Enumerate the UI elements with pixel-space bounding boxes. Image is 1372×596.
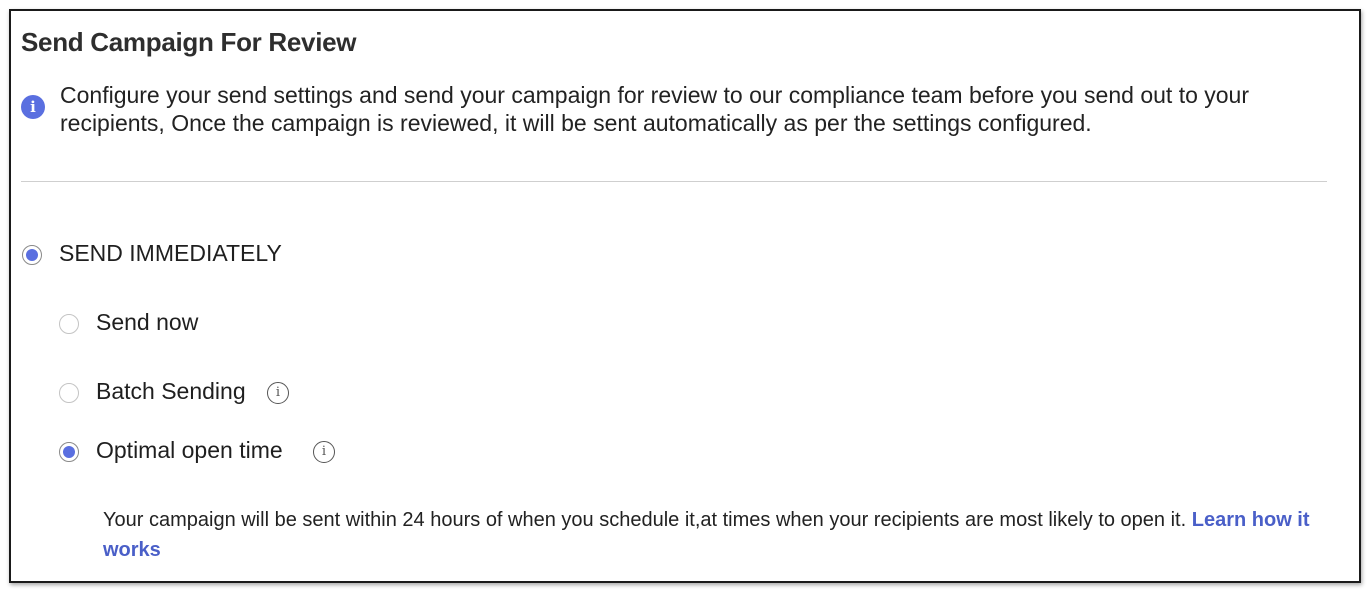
- send-immediately-radio[interactable]: [22, 245, 42, 265]
- batch-sending-radio[interactable]: [59, 383, 79, 403]
- send-immediately-label[interactable]: SEND IMMEDIATELY: [59, 240, 282, 267]
- send-review-panel: Send Campaign For Review i Configure you…: [9, 9, 1361, 583]
- batch-sending-info-icon[interactable]: i: [267, 382, 289, 404]
- optimal-time-note: Your campaign will be sent within 24 hou…: [103, 505, 1333, 565]
- optimal-open-time-radio[interactable]: [59, 442, 79, 462]
- panel-title: Send Campaign For Review: [21, 27, 357, 57]
- info-text: Configure your send settings and send yo…: [60, 82, 1250, 136]
- send-now-label[interactable]: Send now: [96, 309, 198, 336]
- divider: [21, 181, 1327, 182]
- batch-sending-label[interactable]: Batch Sending: [96, 378, 246, 405]
- info-icon: i: [21, 95, 45, 119]
- send-now-radio[interactable]: [59, 314, 79, 334]
- optimal-open-time-info-icon[interactable]: i: [313, 441, 335, 463]
- optimal-time-note-text: Your campaign will be sent within 24 hou…: [103, 509, 1192, 531]
- optimal-open-time-label[interactable]: Optimal open time: [96, 437, 283, 464]
